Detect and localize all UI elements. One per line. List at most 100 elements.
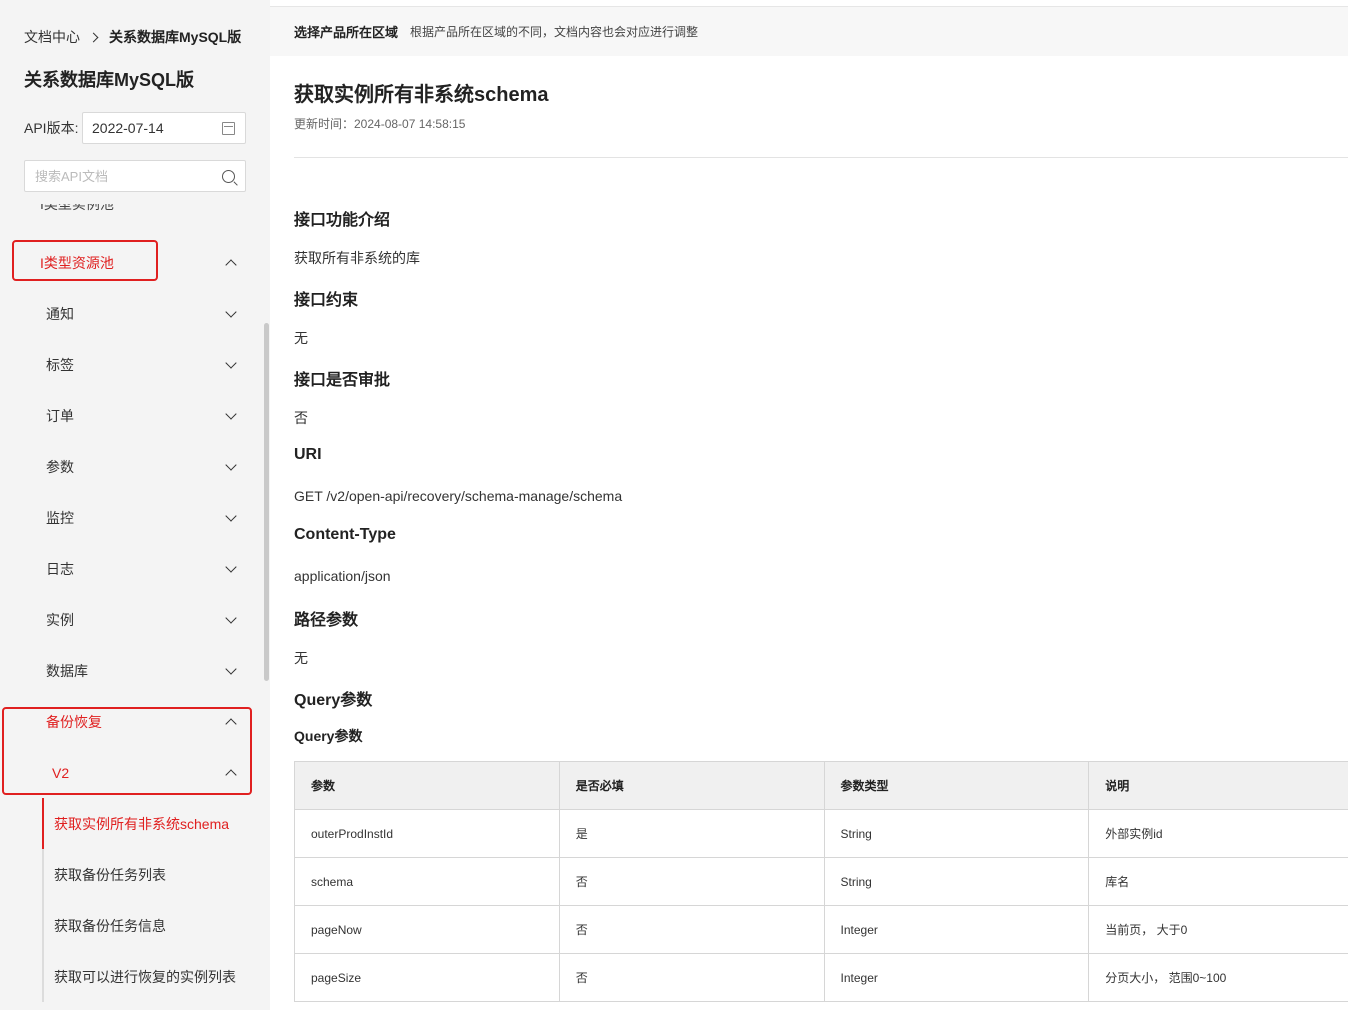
table-header-row: 参数 是否必填 参数类型 说明 xyxy=(294,761,1348,810)
table-cell: pageSize xyxy=(294,953,560,1002)
version-value: 2022-07-14 xyxy=(92,120,164,136)
chevron-down-icon xyxy=(225,407,237,420)
page-title: 获取实例所有非系统schema xyxy=(294,84,549,106)
chevron-down-icon xyxy=(225,305,237,318)
chevron-up-icon xyxy=(225,258,237,271)
nav-item-label: 日志 xyxy=(46,560,74,577)
table-cell: 否 xyxy=(558,857,825,906)
table-header: 是否必填 xyxy=(558,761,825,810)
subheading-query-params: Query参数 xyxy=(294,728,363,744)
nav-item-label: 数据库 xyxy=(46,662,88,679)
region-title[interactable]: 选择产品所在区域 xyxy=(294,22,398,41)
divider xyxy=(294,157,1348,158)
table-cell: Integer xyxy=(823,905,1090,954)
nav-item-label: 标签 xyxy=(46,356,74,373)
nav-item-instances[interactable]: 实例 xyxy=(0,594,262,645)
chevron-down-icon xyxy=(225,356,237,369)
nav-item-monitor[interactable]: 监控 xyxy=(0,492,262,543)
table-cell: 外部实例id xyxy=(1088,809,1348,858)
nav-item-label: 实例 xyxy=(46,611,74,628)
nav-item-backup-restore[interactable]: 备份恢复 xyxy=(0,696,262,747)
section-heading-query-params: Query参数 xyxy=(294,692,373,709)
table-cell: 库名 xyxy=(1088,857,1348,906)
nav-item-v2[interactable]: V2 xyxy=(0,747,262,798)
table-header: 说明 xyxy=(1088,761,1348,810)
table-cell: outerProdInstId xyxy=(294,809,560,858)
section-heading-approval: 接口是否审批 xyxy=(294,372,391,389)
chevron-down-icon xyxy=(225,509,237,522)
table-row: pageSize 否 Integer 分页大小， 范围0~100 xyxy=(294,953,1348,1002)
table-row: outerProdInstId 是 String 外部实例id xyxy=(294,809,1348,858)
chevron-up-icon xyxy=(225,717,237,730)
sidebar-scrollbar[interactable] xyxy=(264,323,269,681)
section-heading-intro: 接口功能介绍 xyxy=(294,212,391,229)
sub-item-get-schema[interactable]: 获取实例所有非系统schema xyxy=(42,798,262,849)
table-cell: 否 xyxy=(558,953,825,1002)
update-time: 更新时间：2024-08-07 14:58:15 xyxy=(294,117,466,131)
nav-item-databases[interactable]: 数据库 xyxy=(0,645,262,696)
chevron-down-icon xyxy=(225,458,237,471)
nav-item-label: V2 xyxy=(52,764,70,781)
nav-item-i-resource-pool[interactable]: I类型资源池 xyxy=(0,237,262,288)
chevron-down-icon xyxy=(225,611,237,624)
main-content: 选择产品所在区域 根据产品所在区域的不同，文档内容也会对应进行调整 获取实例所有… xyxy=(270,0,1348,1010)
table-cell: String xyxy=(823,857,1090,906)
version-row: API版本: 2022-07-14 xyxy=(24,112,246,144)
section-text-approval: 否 xyxy=(294,410,308,426)
table-header: 参数类型 xyxy=(823,761,1090,810)
chevron-down-icon xyxy=(225,662,237,675)
sidebar: 文档中心 关系数据库MySQL版 关系数据库MySQL版 API版本: 2022… xyxy=(0,0,270,1010)
section-text-content-type: application/json xyxy=(294,568,391,584)
nav-item-logs[interactable]: 日志 xyxy=(0,543,262,594)
table-cell: Integer xyxy=(823,953,1090,1002)
chevron-up-icon xyxy=(225,768,237,781)
section-heading-constraint: 接口约束 xyxy=(294,292,359,309)
nav-item-params[interactable]: 参数 xyxy=(0,441,262,492)
nav-item-partial[interactable]: I类型实例池 xyxy=(40,204,114,214)
nav-item-label: 通知 xyxy=(46,305,74,322)
breadcrumb-current[interactable]: 关系数据库MySQL版 xyxy=(109,27,241,47)
search-input[interactable] xyxy=(35,161,215,191)
sidebar-nav: I类型实例池 I类型资源池 通知 标签 订单 参数 监控 日志 实例 数据库 备… xyxy=(0,200,262,1010)
table-cell: schema xyxy=(294,857,560,906)
section-text-intro: 获取所有非系统的库 xyxy=(294,250,420,266)
section-text-path-params: 无 xyxy=(294,650,308,666)
region-selector-bar[interactable]: 选择产品所在区域 根据产品所在区域的不同，文档内容也会对应进行调整 xyxy=(270,6,1348,56)
table-cell: String xyxy=(823,809,1090,858)
query-params-table: 参数 是否必填 参数类型 说明 outerProdInstId 是 String… xyxy=(294,761,1348,1002)
version-label: API版本: xyxy=(24,120,79,136)
section-heading-path-params: 路径参数 xyxy=(294,612,359,629)
table-header: 参数 xyxy=(294,761,560,810)
region-description: 根据产品所在区域的不同，文档内容也会对应进行调整 xyxy=(410,25,699,39)
chevron-right-icon xyxy=(88,32,99,42)
nav-item-orders[interactable]: 订单 xyxy=(0,390,262,441)
section-heading-uri: URI xyxy=(294,446,322,463)
sub-item-restorable-instances[interactable]: 获取可以进行恢复的实例列表 xyxy=(42,951,262,1002)
nav-item-tags[interactable]: 标签 xyxy=(0,339,262,390)
version-date-picker[interactable]: 2022-07-14 xyxy=(82,112,246,144)
table-cell: 分页大小， 范围0~100 xyxy=(1088,953,1348,1002)
table-cell: 否 xyxy=(558,905,825,954)
table-cell: 是 xyxy=(558,809,825,858)
nav-item-label: 备份恢复 xyxy=(46,713,102,730)
sidebar-title: 关系数据库MySQL版 xyxy=(24,70,195,90)
nav-item-label: 订单 xyxy=(46,407,74,424)
table-row: schema 否 String 库名 xyxy=(294,857,1348,906)
section-text-uri: GET /v2/open-api/recovery/schema-manage/… xyxy=(294,488,623,504)
calendar-icon[interactable] xyxy=(222,121,235,135)
search-box xyxy=(24,160,246,192)
table-cell: pageNow xyxy=(294,905,560,954)
search-icon[interactable] xyxy=(222,170,235,183)
nav-item-label: I类型资源池 xyxy=(40,254,114,271)
nav-item-notify[interactable]: 通知 xyxy=(0,288,262,339)
breadcrumb-home-link[interactable]: 文档中心 xyxy=(24,27,80,47)
sub-item-backup-task-info[interactable]: 获取备份任务信息 xyxy=(42,900,262,951)
nav-item-label: 参数 xyxy=(46,458,74,475)
nav-item-label: 监控 xyxy=(46,509,74,526)
sub-item-backup-task-list[interactable]: 获取备份任务列表 xyxy=(42,849,262,900)
table-row: pageNow 否 Integer 当前页， 大于0 xyxy=(294,905,1348,954)
breadcrumb: 文档中心 关系数据库MySQL版 xyxy=(24,27,241,47)
chevron-down-icon xyxy=(225,560,237,573)
table-cell: 当前页， 大于0 xyxy=(1088,905,1348,954)
section-heading-content-type: Content-Type xyxy=(294,526,396,543)
